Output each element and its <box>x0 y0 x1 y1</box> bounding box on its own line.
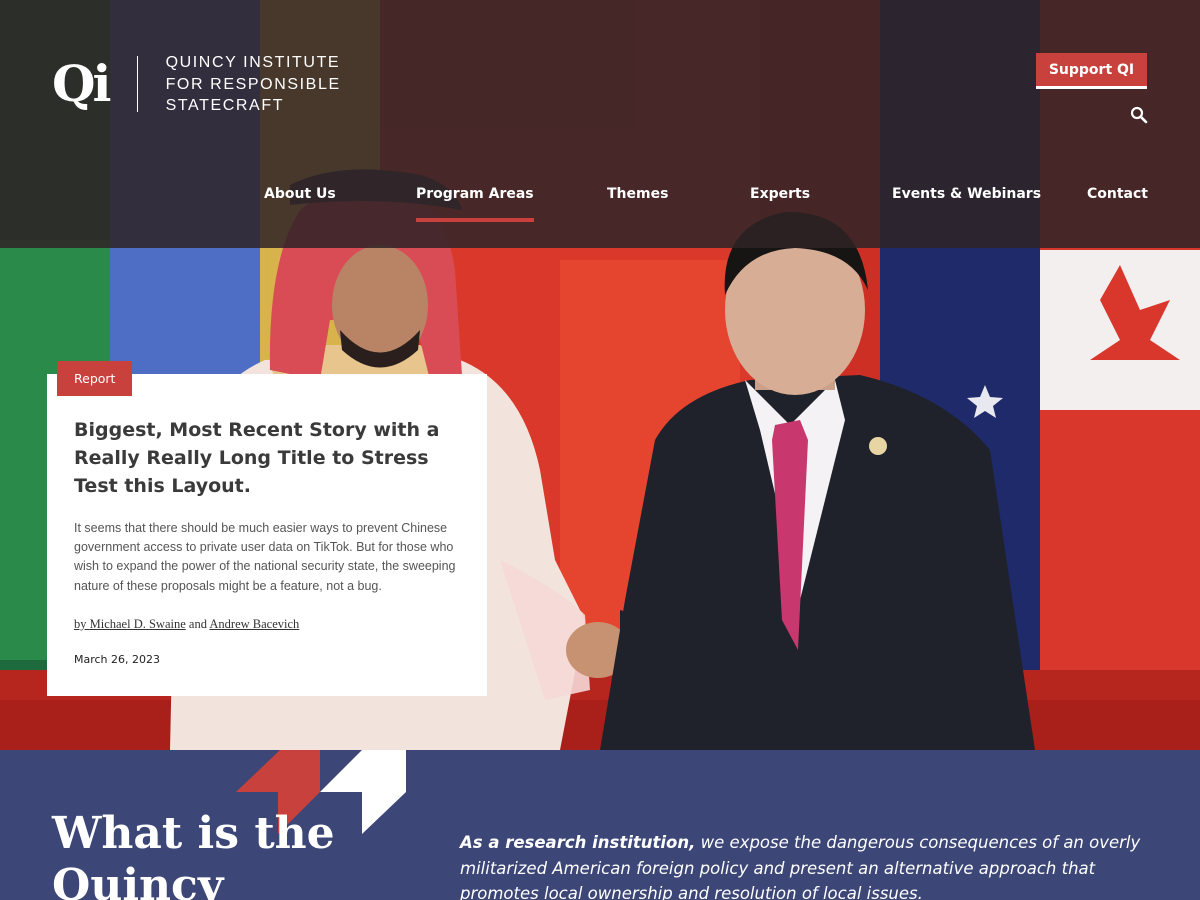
logo-line-1: QUINCY INSTITUTE <box>165 54 341 71</box>
nav-item-about-us[interactable]: About Us <box>264 186 336 202</box>
byline-prefix: by <box>74 617 87 631</box>
author-name-1: Michael D. Swaine <box>89 617 186 631</box>
featured-story-excerpt: It seems that there should be much easie… <box>74 521 456 593</box>
logo-divider <box>136 56 138 113</box>
nav-item-events-webinars[interactable]: Events & Webinars <box>892 186 1041 202</box>
featured-story-card[interactable]: Report Biggest, Most Recent Story with a… <box>47 361 487 696</box>
search-icon[interactable] <box>1130 106 1148 124</box>
nav-item-themes[interactable]: Themes <box>607 186 668 202</box>
author-link-1[interactable]: by Michael D. Swaine <box>74 617 186 631</box>
site-logo[interactable]: Qi QUINCY INSTITUTE FOR RESPONSIBLE STAT… <box>52 52 341 117</box>
about-heading: What is the Quincy <box>52 808 335 900</box>
about-intro-bold: As a research institution, <box>460 833 696 852</box>
nav-item-contact[interactable]: Contact <box>1087 186 1148 202</box>
site-header: Qi QUINCY INSTITUTE FOR RESPONSIBLE STAT… <box>0 0 1200 248</box>
support-button[interactable]: Support QI <box>1036 53 1147 89</box>
logo-line-3: STATECRAFT <box>165 97 285 114</box>
byline: by Michael D. Swaine and Andrew Bacevich <box>74 617 299 632</box>
main-nav: About Us Program Areas Themes Experts Ev… <box>0 186 1200 226</box>
publish-date: March 26, 2023 <box>74 653 161 666</box>
about-intro-text: As a research institution, we expose the… <box>460 830 1150 900</box>
about-section: What is the Quincy As a research institu… <box>0 750 1200 900</box>
nav-item-program-areas[interactable]: Program Areas <box>416 186 534 222</box>
nav-item-experts[interactable]: Experts <box>750 186 810 202</box>
featured-story-title[interactable]: Biggest, Most Recent Story with a Really… <box>74 416 474 500</box>
logo-wordmark: QUINCY INSTITUTE FOR RESPONSIBLE STATECR… <box>166 52 341 117</box>
byline-joiner: and <box>188 617 207 631</box>
content-type-badge[interactable]: Report <box>57 361 133 396</box>
logo-mark: Qi <box>52 54 112 114</box>
author-link-2[interactable]: Andrew Bacevich <box>209 617 299 631</box>
logo-line-2: FOR RESPONSIBLE <box>165 75 341 93</box>
